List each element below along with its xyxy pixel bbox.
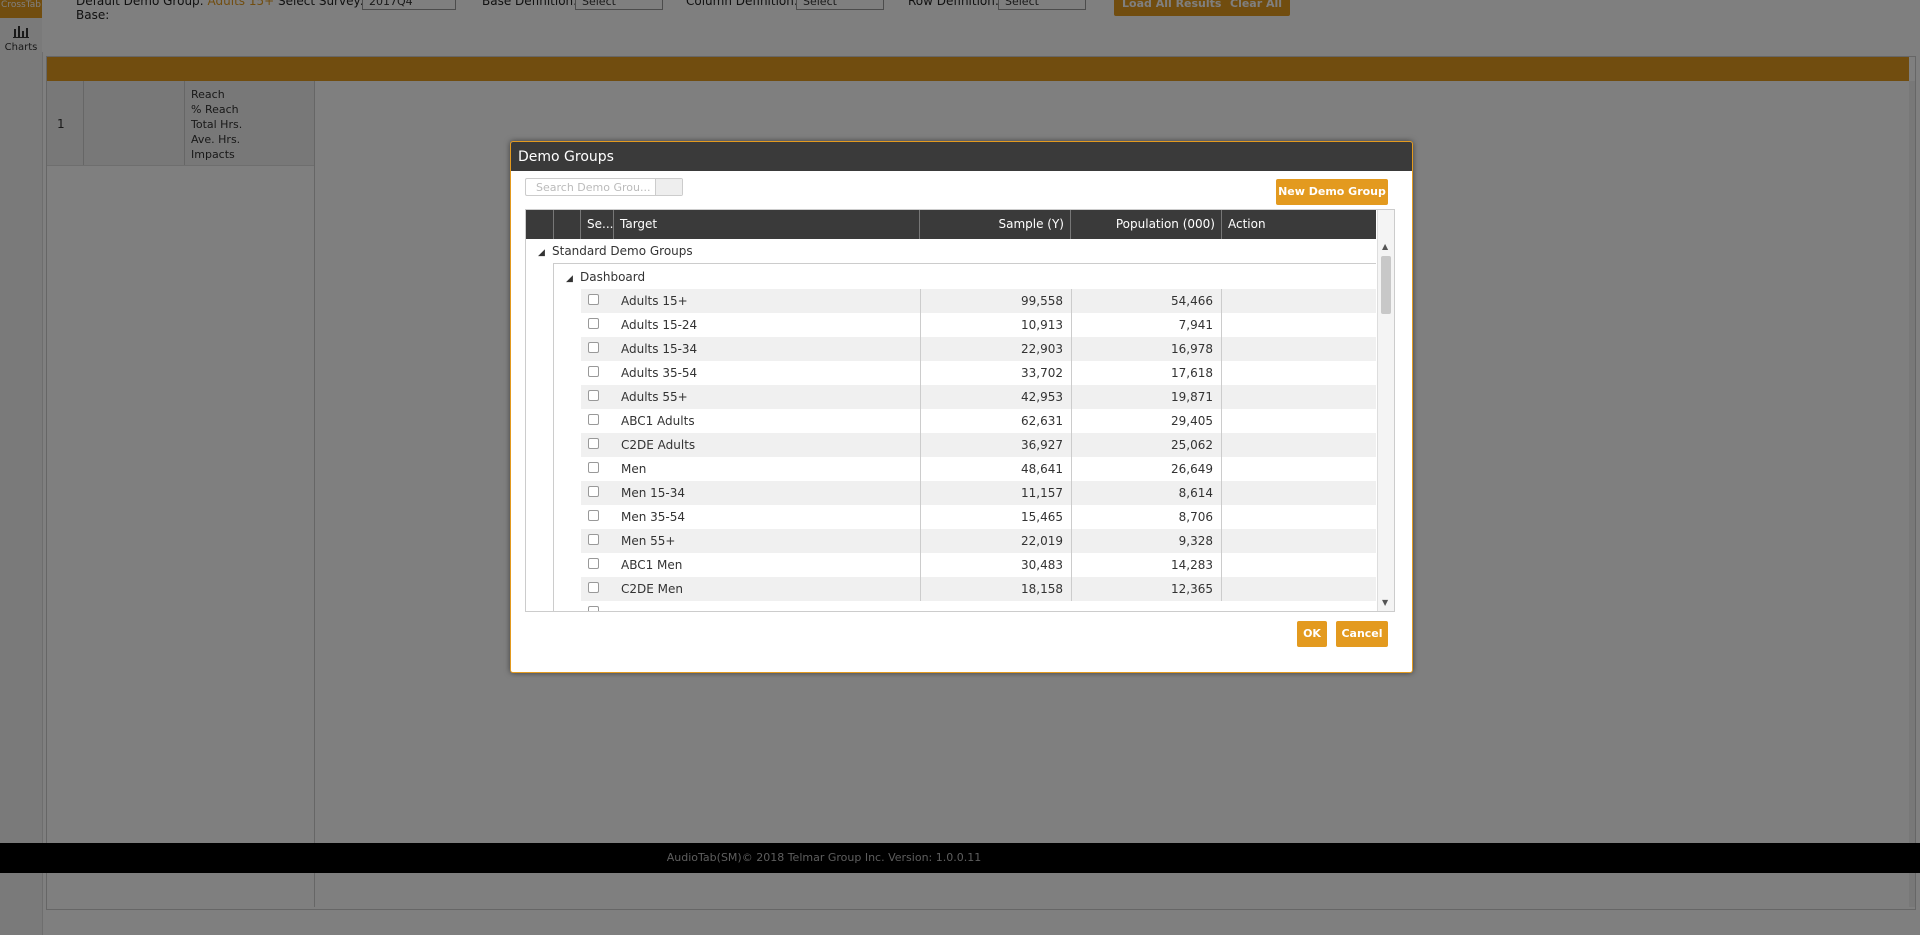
row-target: C2DE Men [621,582,683,596]
search-box [525,178,683,196]
table-row[interactable]: Men 35-54 15,465 8,706 [581,505,1376,529]
row-target: ABC1 Men [621,558,683,572]
table-row[interactable]: Men 15-34 11,157 8,614 [581,481,1376,505]
row-select-checkbox[interactable] [588,534,599,545]
row-select-checkbox[interactable] [588,318,599,329]
row-population: 9,328 [1071,529,1222,553]
row-sample: 30,483 [920,553,1071,577]
row-target: Men 55+ [621,534,676,548]
table-row[interactable]: ABC1 Adults 62,631 29,405 [581,409,1376,433]
row-sample: 18,158 [920,577,1071,601]
header-population[interactable]: Population (000) [1071,210,1222,239]
row-sample: 36,927 [920,433,1071,457]
subgroup-dashboard[interactable]: ◢ Dashboard [566,270,645,284]
header-target[interactable]: Target [614,210,920,239]
row-select-checkbox[interactable] [588,438,599,449]
row-select-checkbox[interactable] [588,414,599,425]
row-target: Men 15-34 [621,486,686,500]
table-row[interactable]: Adults 15-34 22,903 16,978 [581,337,1376,361]
row-sample: 48,641 [920,457,1071,481]
row-population: 8,706 [1071,505,1222,529]
row-select-checkbox[interactable] [588,366,599,377]
table-row[interactable]: Adults 55+ 42,953 19,871 [581,385,1376,409]
table-row[interactable]: Adults 35-54 33,702 17,618 [581,361,1376,385]
scroll-up-icon[interactable]: ▲ [1382,242,1388,251]
header-select[interactable]: Se... [581,210,614,239]
row-select-checkbox[interactable] [588,558,599,569]
divider [553,264,554,611]
table-row[interactable]: C2DE Men 18,158 12,365 [581,577,1376,601]
row-sample: 62,631 [920,409,1071,433]
row-target: Adults 15+ [621,294,688,308]
row-target: Adults 35-54 [621,366,698,380]
group-standard-demo-groups[interactable]: ◢ Standard Demo Groups [538,244,693,258]
row-select-checkbox[interactable] [588,606,599,611]
dialog-title: Demo Groups [511,142,1412,171]
collapse-triangle-icon[interactable]: ◢ [566,274,580,284]
table-body: ◢ Standard Demo Groups ◢ Dashboard Adults … [526,239,1376,611]
row-population: 25,062 [1071,433,1222,457]
row-sample: 22,903 [920,337,1071,361]
row-population: 14,283 [1071,553,1222,577]
row-sample: 15,465 [920,505,1071,529]
header-sample[interactable]: Sample (Y) [920,210,1071,239]
row-target: Adults 15-24 [621,318,698,332]
demo-groups-table: Se... Target Sample (Y) Population (000)… [525,209,1395,612]
row-population: 8,614 [1071,481,1222,505]
row-sample: 10,913 [920,313,1071,337]
row-target: ABC1 Adults [621,414,695,428]
row-select-checkbox[interactable] [588,390,599,401]
row-target: Adults 15-34 [621,342,698,356]
new-demo-group-button[interactable]: New Demo Group [1276,179,1388,205]
table-row[interactable]: Adults 15-24 10,913 7,941 [581,313,1376,337]
row-select-checkbox[interactable] [588,462,599,473]
divider [553,263,1376,264]
table-row[interactable]: Men 55+ 22,019 9,328 [581,529,1376,553]
row-select-checkbox[interactable] [588,510,599,521]
header-action[interactable]: Action [1222,210,1376,239]
row-population: 12,365 [1071,577,1222,601]
row-select-checkbox[interactable] [588,342,599,353]
row-population: 17,618 [1071,361,1222,385]
table-row[interactable]: Adults 15+ 99,558 54,466 [581,289,1376,313]
row-sample: 11,157 [920,481,1071,505]
row-population: 26,649 [1071,457,1222,481]
row-target: Adults 55+ [621,390,688,404]
table-row[interactable]: C2DE Adults 36,927 25,062 [581,433,1376,457]
table-row[interactable]: Men 48,641 26,649 [581,457,1376,481]
table-scrollbar[interactable]: ▲ ▼ [1377,210,1394,611]
row-sample: 22,019 [920,529,1071,553]
cancel-button[interactable]: Cancel [1336,621,1388,647]
row-select-checkbox[interactable] [588,486,599,497]
collapse-triangle-icon[interactable]: ◢ [538,248,552,258]
row-target: Men [621,462,647,476]
row-population: 16,978 [1071,337,1222,361]
search-button[interactable] [655,179,682,195]
subgroup-label: Dashboard [580,270,646,284]
row-sample: 99,558 [920,289,1071,313]
table-header: Se... Target Sample (Y) Population (000)… [526,210,1376,239]
group-label: Standard Demo Groups [552,244,693,258]
table-row[interactable] [581,601,1376,611]
header-expand-col-2 [554,210,581,239]
ok-button[interactable]: OK [1297,621,1327,647]
row-target: C2DE Adults [621,438,696,452]
demo-groups-dialog: Demo Groups New Demo Group Se... Target … [510,141,1413,673]
row-select-checkbox[interactable] [588,582,599,593]
row-population: 29,405 [1071,409,1222,433]
row-population: 54,466 [1071,289,1222,313]
table-row[interactable]: ABC1 Men 30,483 14,283 [581,553,1376,577]
header-expand-col [526,210,554,239]
search-input[interactable] [526,179,664,195]
row-sample: 42,953 [920,385,1071,409]
scroll-down-icon[interactable]: ▼ [1382,598,1388,607]
scroll-thumb[interactable] [1381,256,1391,314]
row-target: Men 35-54 [621,510,686,524]
row-select-checkbox[interactable] [588,294,599,305]
row-sample: 33,702 [920,361,1071,385]
row-population: 19,871 [1071,385,1222,409]
row-population: 7,941 [1071,313,1222,337]
